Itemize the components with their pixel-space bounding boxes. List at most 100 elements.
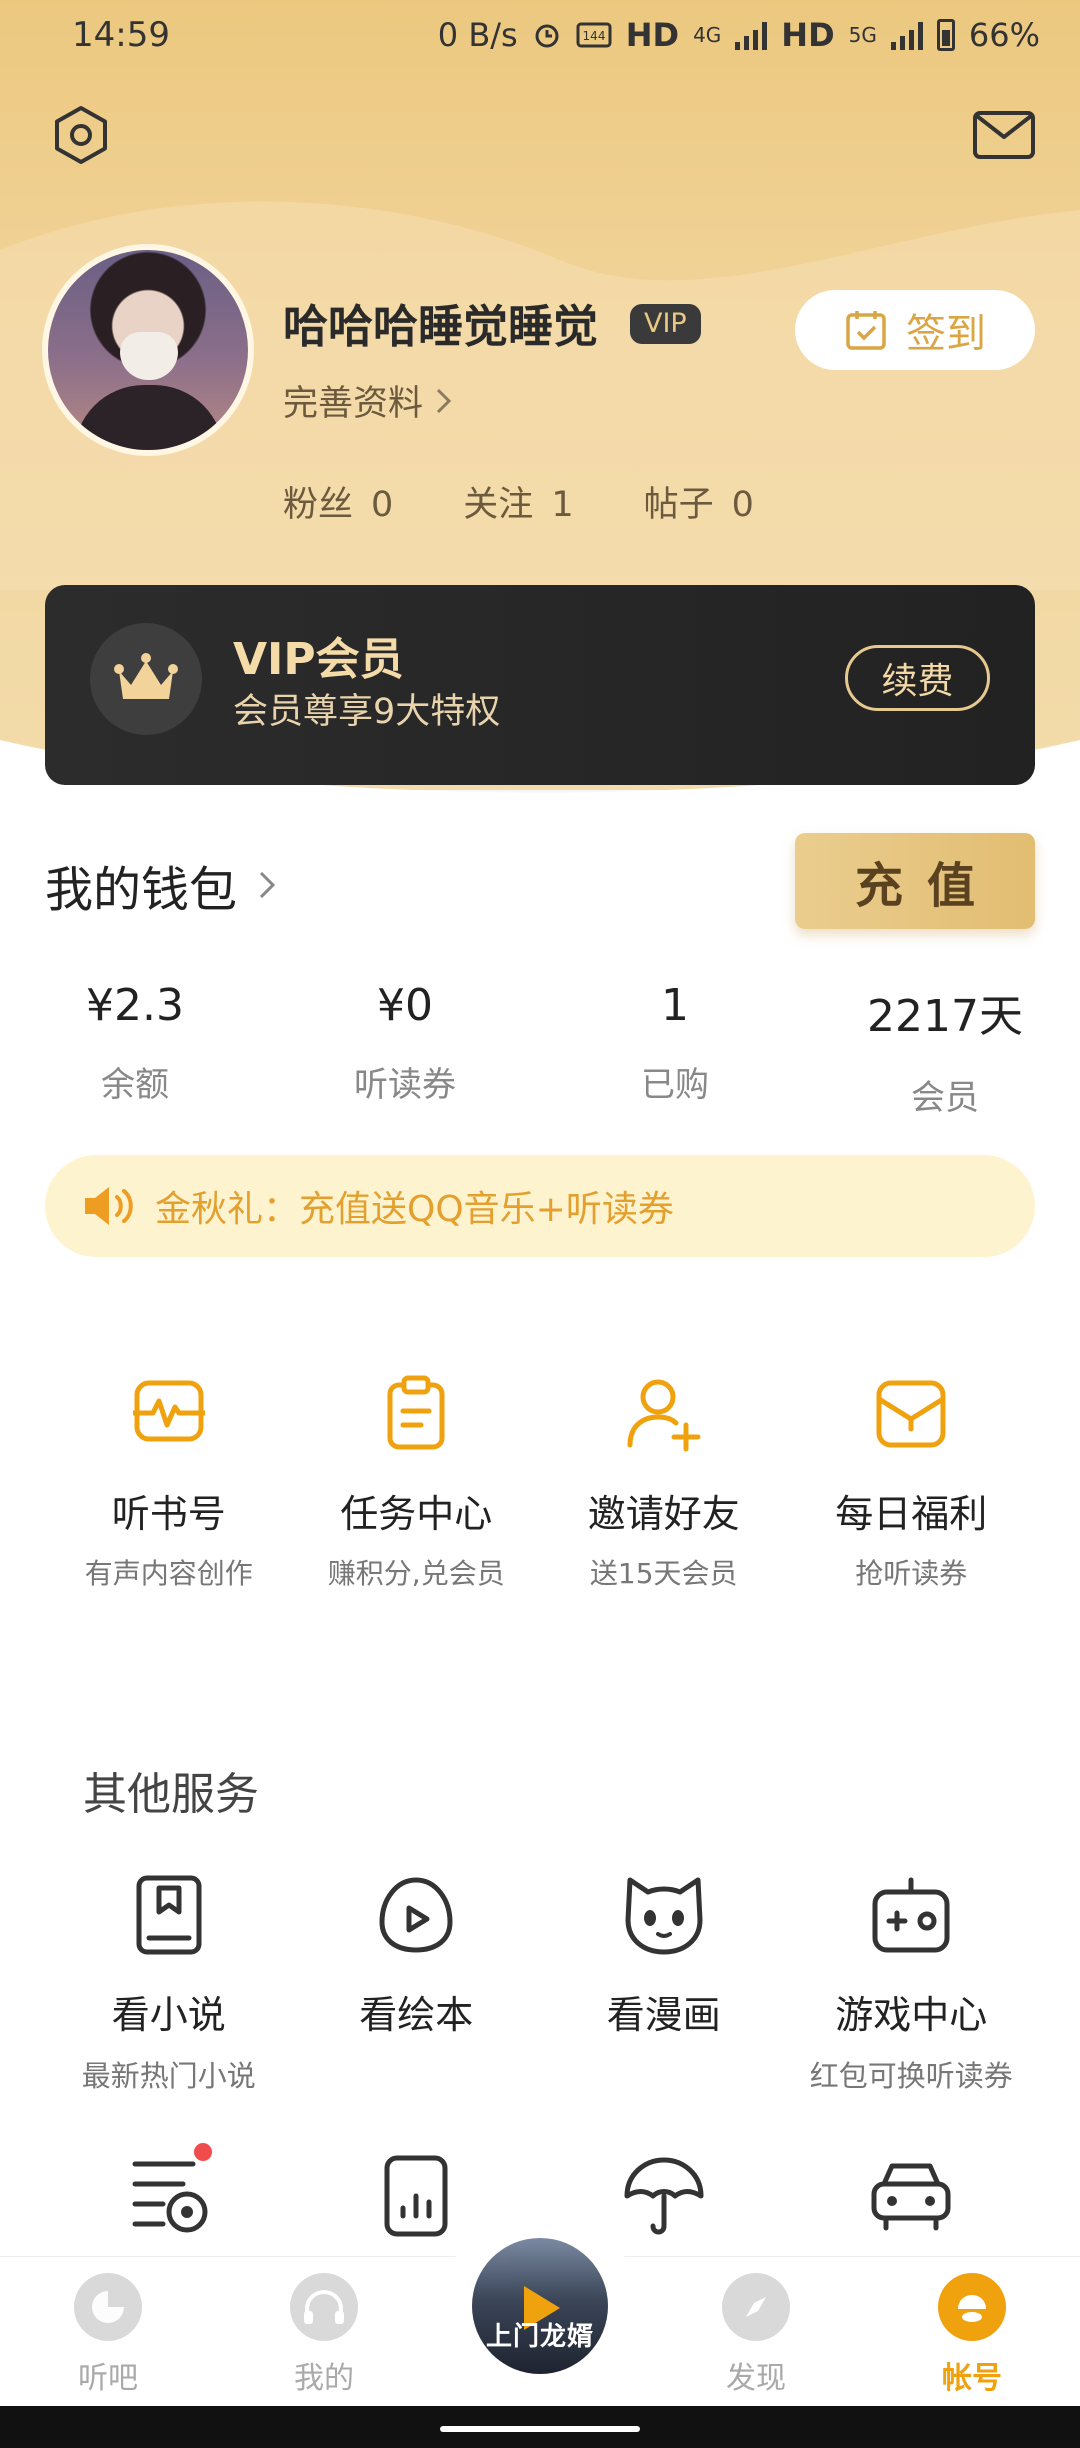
status-time: 14:59: [72, 15, 170, 55]
complete-profile-label: 完善资料: [283, 384, 424, 424]
wallet-membership[interactable]: 2217天 会员: [810, 980, 1080, 1119]
checkin-button[interactable]: 签到: [795, 290, 1035, 370]
promo-banner[interactable]: 金秋礼：充值送QQ音乐+听读券: [45, 1155, 1035, 1257]
service-comics[interactable]: 看漫画: [540, 1874, 788, 2095]
wallet-balance[interactable]: ¥2.3 余额: [0, 980, 270, 1119]
service-playlist[interactable]: [45, 2140, 293, 2238]
vip-membership-card[interactable]: VIP会员 会员尊享9大特权 续费: [45, 585, 1035, 785]
service-novels[interactable]: 看小说 最新热门小说: [45, 1874, 293, 2095]
nav-label: 我的: [294, 2361, 354, 2396]
nav-label: 听吧: [78, 2361, 138, 2396]
service-label: 看漫画: [606, 1993, 721, 2037]
gesture-bar: [0, 2406, 1080, 2448]
quick-action-invite[interactable]: 邀请好友 送15天会员: [540, 1318, 788, 1592]
stat-posts-label: 帖子: [643, 485, 714, 525]
add-friend-icon: [627, 1379, 701, 1452]
gamepad-icon: [872, 1877, 950, 1953]
nav-label: 发现: [726, 2361, 786, 2396]
service-sub: 红包可换听读券: [809, 2059, 1013, 2093]
nav-mine[interactable]: 我的: [244, 2273, 404, 2397]
nav-label: 帐号: [942, 2361, 1002, 2396]
quick-action-sub: 抢听读券: [855, 1557, 968, 1590]
stat-posts[interactable]: 帖子 0: [644, 476, 754, 527]
calendar-check-icon: [846, 311, 886, 350]
speaker-icon: [85, 1187, 133, 1225]
avatar[interactable]: [42, 244, 254, 456]
book-icon: [136, 1875, 202, 1955]
stat-following-label: 关注: [463, 485, 534, 525]
now-playing-title: 上门龙婿: [485, 2322, 594, 2352]
network-speed: 0 B/s: [437, 16, 518, 54]
messages-button[interactable]: [968, 105, 1040, 165]
services-title: 其他服务: [83, 1769, 259, 1820]
wallet-balance-value: ¥2.3: [86, 980, 184, 1031]
wallet-purchased-value: 1: [661, 980, 689, 1031]
settings-button[interactable]: [46, 100, 116, 170]
vip-title: VIP会员: [233, 634, 404, 685]
nav-discover[interactable]: 发现: [676, 2273, 836, 2397]
wallet-membership-label: 会员: [911, 1078, 979, 1118]
service-label: 看小说: [111, 1993, 226, 2037]
vip-subtitle: 会员尊享9大特权: [233, 692, 501, 732]
username: 哈哈哈睡觉睡觉: [283, 300, 599, 353]
wallet-header[interactable]: 我的钱包: [45, 850, 277, 920]
hd-indicator-2: HD: [781, 16, 835, 54]
headphones-icon: [290, 2273, 358, 2341]
car-icon: [871, 2163, 951, 2231]
playlist-icon: [132, 2161, 208, 2233]
stat-fans-label: 粉丝: [283, 485, 354, 525]
signal-icon-2: [890, 20, 923, 50]
battery-percent: 66%: [968, 16, 1040, 54]
clipboard-task-icon: [387, 1375, 445, 1450]
quick-action-label: 邀请好友: [587, 1492, 740, 1536]
recharge-button[interactable]: 充值: [795, 833, 1035, 929]
vip-badge: VIP: [630, 304, 701, 344]
service-car[interactable]: [788, 2154, 1036, 2238]
signal-icon-1: [735, 20, 768, 50]
now-playing-disc[interactable]: 上门龙婿: [472, 2238, 608, 2374]
nav-account[interactable]: 帐号: [892, 2273, 1052, 2397]
mail-icon: [973, 111, 1035, 159]
notification-dot: [191, 2140, 215, 2164]
quick-action-label: 任务中心: [340, 1492, 493, 1536]
wallet-purchased[interactable]: 1 已购: [540, 980, 810, 1119]
quick-action-tasks[interactable]: 任务中心 赚积分,兑会员: [293, 1318, 541, 1592]
wallet-balance-label: 余额: [101, 1065, 169, 1105]
chevron-right-icon: [259, 871, 276, 899]
service-game-center[interactable]: 游戏中心 红包可换听读券: [788, 1874, 1036, 2095]
svg-text:144: 144: [582, 29, 605, 43]
network-type-2: 5G: [848, 23, 877, 47]
complete-profile-link[interactable]: 完善资料: [283, 375, 453, 426]
quick-action-label: 听书号: [111, 1492, 226, 1536]
chevron-right-icon: [436, 388, 452, 413]
disc-icon: [74, 2273, 142, 2341]
stat-fans-value: 0: [371, 485, 394, 525]
crown-icon: [114, 653, 178, 699]
hd-indicator-1: HD: [625, 16, 680, 54]
quick-action-sub: 有声内容创作: [84, 1557, 253, 1590]
wallet-coupons[interactable]: ¥0 听读券: [270, 980, 540, 1119]
home-indicator[interactable]: [440, 2426, 640, 2432]
renew-button[interactable]: 续费: [845, 645, 990, 711]
crown-badge: [90, 623, 202, 735]
wallet-title: 我的钱包: [45, 862, 238, 918]
stat-following[interactable]: 关注 1: [463, 476, 573, 527]
service-label: 看绘本: [359, 1993, 474, 2037]
picture-book-icon: [379, 1877, 453, 1953]
settings-hexagon-icon: [55, 106, 107, 164]
refresh-rate-icon: 144: [576, 22, 612, 48]
stat-following-value: 1: [551, 485, 574, 525]
quick-action-sub: 赚积分,兑会员: [327, 1557, 505, 1590]
quick-actions-card: 听书号 有声内容创作 任务中心 赚积分,兑会员 邀请好友 送15天会员 每日福利…: [45, 1318, 1035, 1640]
service-label: 游戏中心: [835, 1993, 988, 2037]
quick-action-creator[interactable]: 听书号 有声内容创作: [45, 1318, 293, 1592]
wallet-membership-value: 2217天: [867, 991, 1023, 1042]
quick-action-daily-bonus[interactable]: 每日福利 抢听读券: [788, 1318, 1036, 1592]
alarm-icon: [535, 24, 559, 48]
nav-tingba[interactable]: 听吧: [28, 2273, 188, 2397]
service-picture-books[interactable]: 看绘本: [293, 1874, 541, 2095]
stat-fans[interactable]: 粉丝 0: [283, 476, 393, 527]
promo-text: 金秋礼：充值送QQ音乐+听读券: [155, 1189, 674, 1230]
status-bar: 14:59 0 B/s 144 HD 4G HD 5G 66%: [0, 0, 1080, 70]
wallet-stats: ¥2.3 余额 ¥0 听读券 1 已购 2217天 会员: [0, 980, 1080, 1119]
